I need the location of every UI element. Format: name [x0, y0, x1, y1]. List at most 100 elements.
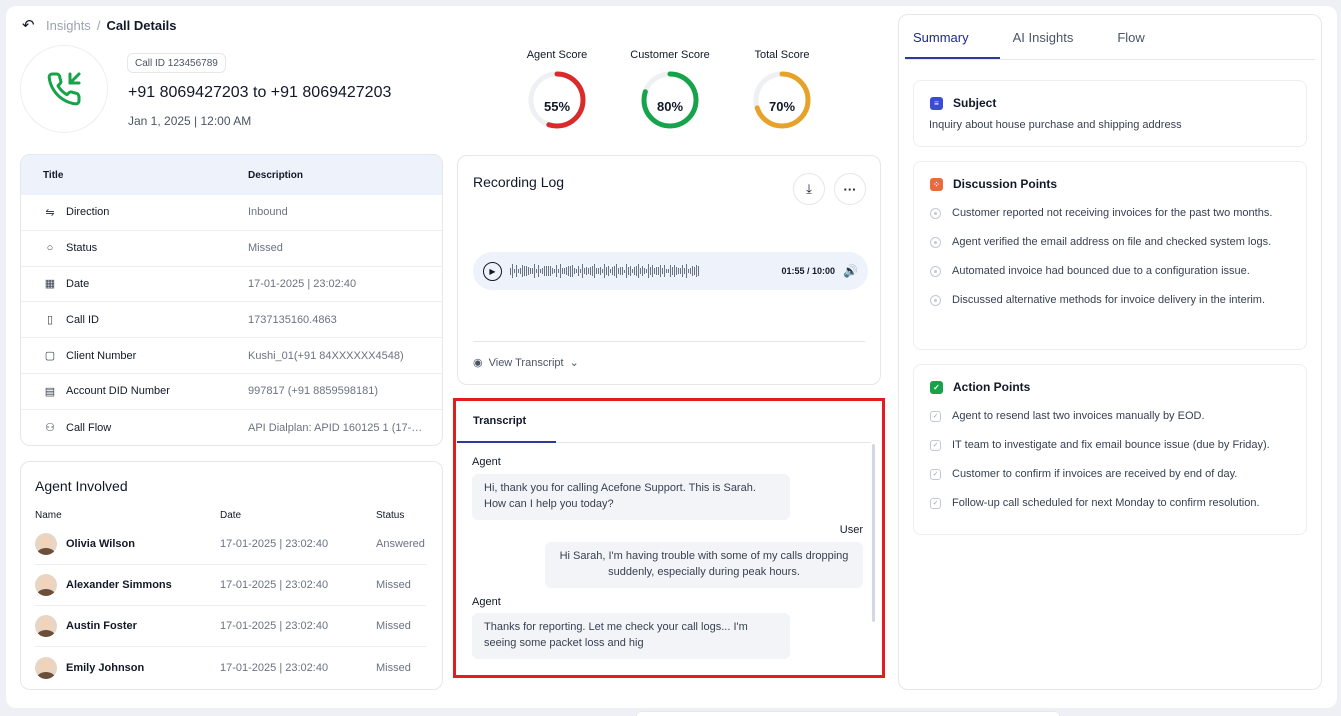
audio-player: ▶ 01:55 / 10:00 🔊 [473, 252, 868, 290]
download-button[interactable]: ⤓ [793, 173, 825, 205]
agent-row[interactable]: Alexander Simmons 17-01-2025 | 23:02:40 … [35, 565, 426, 606]
waveform-bar [696, 264, 697, 278]
waveform-bar [664, 264, 665, 278]
waveform-bar [678, 267, 679, 275]
waveform-bar [616, 264, 617, 278]
waveform-bar [672, 267, 673, 275]
arrows-exchange-icon: ⇋ [45, 206, 55, 219]
action-points-section: ✓ Action Points ✓ Agent to resend last two… [913, 364, 1307, 535]
column-title: Title [43, 169, 64, 181]
agent-row[interactable]: Olivia Wilson 17-01-2025 | 23:02:40 Answ… [35, 524, 426, 565]
section-title: Subject [953, 96, 997, 110]
breadcrumb-parent[interactable]: Insights [46, 18, 91, 33]
table-row: ▢ Client Number Kushi_01(+91 84XXXXXX4548… [21, 338, 442, 374]
waveform-bar [598, 267, 599, 275]
agent-row[interactable]: Emily Johnson 17-01-2025 | 23:02:40 Miss… [35, 647, 426, 688]
score-label: Customer Score [630, 49, 710, 61]
checkbox-icon: ✓ [930, 410, 941, 422]
back-arrow-icon[interactable]: ↶ [22, 16, 40, 34]
phone-icon: ▢ [44, 350, 56, 363]
waveform-bar [674, 264, 675, 278]
list-item: ✓ Follow-up call scheduled for next Monda… [930, 497, 1260, 509]
waveform-bar [534, 264, 535, 278]
agent-name: Austin Foster [66, 620, 137, 632]
more-options-button[interactable]: ··· [834, 173, 866, 205]
highlight-box [453, 398, 885, 678]
waveform-bar [548, 265, 549, 277]
play-icon[interactable]: ▶ [483, 261, 502, 281]
point-text: Follow-up call scheduled for next Monday… [952, 497, 1260, 509]
agent-row[interactable]: Austin Foster 17-01-2025 | 23:02:40 Miss… [35, 606, 426, 647]
waveform-bar [638, 264, 639, 278]
agent-status: Missed [376, 620, 411, 632]
waveform-bar [590, 266, 591, 276]
agent-date: 17-01-2025 | 23:02:40 [220, 579, 329, 591]
summary-panel: Summary AI Insights Flow ≡ Subject Inquir… [898, 14, 1322, 690]
bullet-icon [930, 236, 941, 248]
score-value: 80% [656, 99, 684, 114]
waveform-bar [592, 265, 593, 277]
waveform-bar [532, 268, 533, 274]
waveform-bar [698, 265, 699, 277]
waveform-bar [692, 266, 693, 276]
agent-status: Answered [376, 538, 425, 550]
waveform-bar [522, 264, 523, 278]
row-label: Call Flow [66, 421, 112, 434]
section-title: Discussion Points [953, 177, 1058, 191]
waveform-bar [620, 266, 621, 276]
waveform-bar [656, 267, 657, 275]
tab-summary[interactable]: Summary [913, 30, 969, 45]
waveform-bar [682, 265, 683, 277]
waveform-bar [516, 265, 517, 277]
subject-icon: ≡ [930, 96, 943, 110]
agent-date: 17-01-2025 | 23:02:40 [220, 538, 329, 550]
volume-icon[interactable]: 🔊 [843, 264, 858, 278]
waveform-bar [604, 263, 605, 279]
waveform-bar [648, 264, 649, 278]
waveform-bar [642, 265, 643, 277]
waveform-bar [626, 263, 627, 279]
avatar [35, 656, 57, 679]
waveform-bar [542, 267, 543, 275]
tab-flow[interactable]: Flow [1117, 30, 1144, 45]
table-row: ⚇ Call Flow API Dialplan: APID 160125 1 (… [21, 410, 442, 445]
waveform-bar [600, 266, 601, 276]
call-id-chip: Call ID 123456789 [127, 53, 226, 73]
waveform[interactable] [510, 262, 774, 280]
waveform-bar [540, 269, 541, 273]
waveform-bar [694, 267, 695, 275]
waveform-bar [518, 269, 519, 273]
agent-involved-card: Agent Involved Name Date Status Olivia W… [20, 461, 443, 690]
agent-date: 17-01-2025 | 23:02:40 [220, 661, 329, 674]
breadcrumb-current: Call Details [106, 17, 177, 33]
agents-columns: Name Date Status [35, 510, 426, 521]
view-transcript-toggle[interactable]: ◉ View Transcript ⌄ [473, 356, 579, 370]
discussion-points-section: ⁘ Discussion Points Customer reported not… [913, 161, 1307, 350]
breadcrumb: ↶ Insights / Call Details [22, 16, 177, 34]
divider [473, 341, 865, 342]
card-icon: ▤ [44, 385, 56, 398]
waveform-bar [634, 267, 635, 275]
customer-score: Customer Score 80% [625, 49, 715, 131]
active-tab-indicator [905, 57, 1000, 59]
row-value: API Dialplan: APID 160125 1 (17-01... [248, 421, 428, 434]
point-text: Customer to confirm if invoices are rece… [952, 468, 1238, 480]
table-row: ○ Status Missed [21, 231, 442, 267]
waveform-bar [566, 266, 567, 276]
discussion-icon: ⁘ [930, 177, 943, 191]
waveform-bar [646, 269, 647, 273]
waveform-bar [610, 269, 611, 273]
waveform-bar [578, 265, 579, 277]
section-title: Action Points [953, 380, 1031, 394]
waveform-bar [676, 266, 677, 276]
waveform-bar [550, 265, 551, 277]
waveform-bar [630, 265, 631, 277]
table-header: Title Description [21, 155, 442, 195]
tab-ai-insights[interactable]: AI Insights [1013, 30, 1074, 45]
waveform-bar [644, 268, 645, 274]
waveform-bar [560, 264, 561, 278]
panel-tabs: Summary AI Insights Flow [899, 15, 1321, 59]
agent-status: Missed [376, 661, 411, 674]
agent-name: Olivia Wilson [66, 538, 135, 550]
row-value: 17-01-2025 | 23:02:40 [248, 277, 357, 290]
